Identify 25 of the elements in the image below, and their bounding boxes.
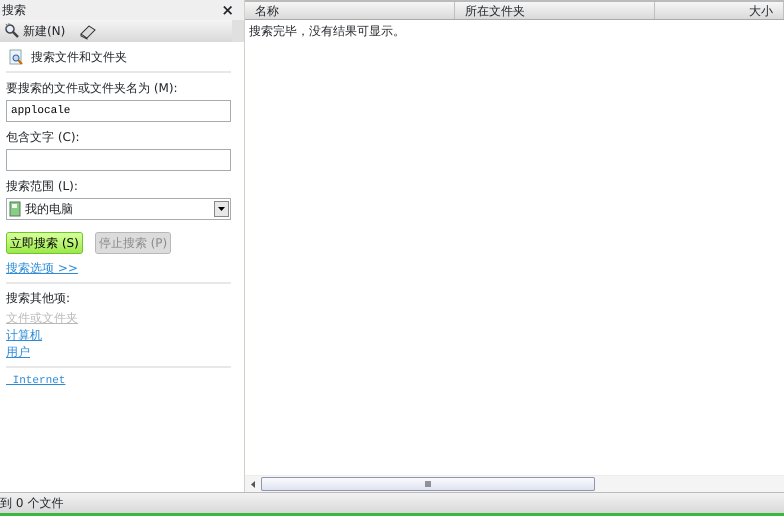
- field-label: 包含文字 (C):: [6, 129, 81, 146]
- search-icon: [4, 23, 20, 39]
- column-header[interactable]: 所在文件夹: [455, 2, 655, 19]
- text-field[interactable]: [6, 149, 231, 171]
- column-header[interactable]: 名称: [245, 2, 455, 19]
- internet-link[interactable]: Internet: [6, 373, 66, 390]
- field-label: 要搜索的文件或文件夹名为 (M):: [6, 80, 179, 97]
- scroll-left-icon[interactable]: [251, 480, 255, 488]
- search-options-link[interactable]: 搜索选项 >>: [6, 260, 231, 277]
- field-label: 搜索范围 (L):: [6, 178, 79, 195]
- scope-dropdown[interactable]: 我的电脑: [6, 198, 231, 220]
- result-message: 搜索完毕，没有结果可显示。: [249, 24, 405, 38]
- other-title: 搜索其他项:: [6, 290, 72, 307]
- search-now-button[interactable]: 立即搜索 (S): [6, 232, 83, 254]
- close-button[interactable]: ×: [221, 0, 234, 22]
- status-text: 到 0 个文件: [0, 495, 64, 512]
- horizontal-scrollbar[interactable]: [245, 475, 784, 492]
- section-title: 搜索文件和文件夹: [31, 49, 127, 66]
- column-header[interactable]: 大小: [655, 2, 784, 19]
- search-type-link[interactable]: 计算机: [6, 327, 42, 344]
- filename-field[interactable]: applocale: [6, 100, 231, 122]
- grip-icon: [424, 481, 432, 487]
- pane-title: 搜索: [2, 2, 26, 19]
- search-type-link[interactable]: 用户: [6, 344, 30, 361]
- search-document-icon: [9, 49, 25, 65]
